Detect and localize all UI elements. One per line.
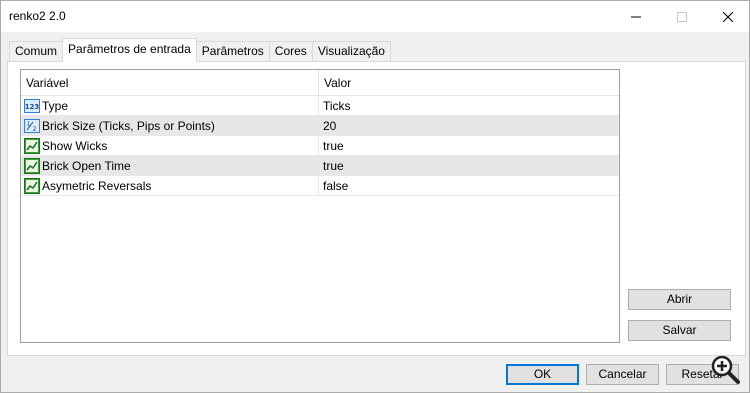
ok-button[interactable]: OK: [506, 364, 579, 385]
tab-parametros[interactable]: Parâmetros: [195, 41, 270, 62]
table-row[interactable]: Asymetric Reversals false: [21, 176, 619, 196]
cancel-button[interactable]: Cancelar: [586, 364, 659, 385]
parameter-value[interactable]: 20: [319, 116, 619, 136]
open-button[interactable]: Abrir: [628, 289, 731, 310]
dialog-window: renko2 2.0 Comum Parâmetros de entrada P…: [0, 0, 750, 393]
parameter-value[interactable]: Ticks: [319, 96, 619, 116]
parameter-name: Type: [21, 96, 319, 116]
column-header-value[interactable]: Valor: [319, 70, 619, 96]
tab-strip: Comum Parâmetros de entrada Parâmetros C…: [9, 38, 391, 62]
window-title: renko2 2.0: [9, 9, 66, 23]
maximize-button[interactable]: [659, 1, 705, 32]
tab-panel: Variável Valor 123 Type Ticks 1 2 Brick …: [7, 61, 746, 356]
zoom-in-icon[interactable]: [709, 353, 741, 385]
table-row[interactable]: 123 Type Ticks: [21, 96, 619, 116]
input-parameters-grid: Variável Valor 123 Type Ticks 1 2 Brick …: [20, 69, 620, 343]
title-bar: renko2 2.0: [1, 1, 749, 32]
parameter-value[interactable]: false: [319, 176, 619, 196]
close-button[interactable]: [705, 1, 750, 32]
parameter-value[interactable]: true: [319, 136, 619, 156]
maximize-icon: [677, 11, 687, 22]
close-icon: [723, 11, 733, 22]
parameter-name: Brick Size (Ticks, Pips or Points): [21, 116, 319, 136]
parameter-name: Asymetric Reversals: [21, 176, 319, 196]
parameter-value[interactable]: true: [319, 156, 619, 176]
table-row[interactable]: 1 2 Brick Size (Ticks, Pips or Points) 2…: [21, 116, 619, 136]
tab-visualizacao[interactable]: Visualização: [311, 41, 391, 62]
minimize-icon: [631, 16, 641, 17]
tab-parametros-de-entrada[interactable]: Parâmetros de entrada: [62, 38, 197, 62]
parameter-name: Show Wicks: [21, 136, 319, 156]
parameter-name: Brick Open Time: [21, 156, 319, 176]
table-row[interactable]: Show Wicks true: [21, 136, 619, 156]
column-header-variable[interactable]: Variável: [21, 70, 319, 96]
table-row[interactable]: Brick Open Time true: [21, 156, 619, 176]
save-button[interactable]: Salvar: [628, 320, 731, 341]
tab-comum[interactable]: Comum: [9, 41, 64, 62]
minimize-button[interactable]: [613, 1, 659, 32]
grid-header: Variável Valor: [21, 70, 619, 96]
tab-cores[interactable]: Cores: [268, 41, 313, 62]
